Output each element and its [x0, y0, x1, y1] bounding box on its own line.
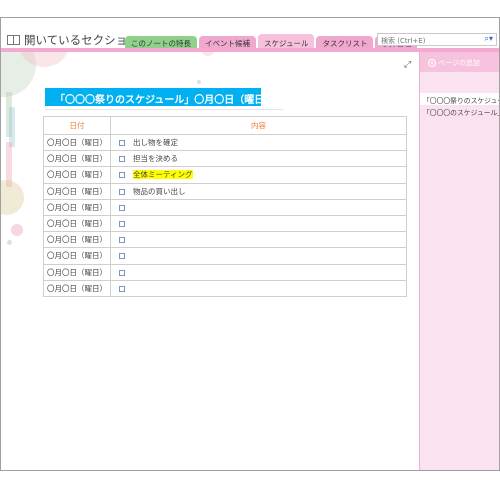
schedule-table[interactable]: 日付 内容 〇月〇日（曜日） 出し物を確定 〇月〇日（曜日） 担当を決める 〇月〇日（曜… [43, 116, 407, 297]
checkbox[interactable] [119, 140, 125, 147]
content-cell[interactable] [110, 279, 407, 297]
content-cell[interactable] [110, 247, 407, 265]
content-cell[interactable] [110, 198, 407, 216]
page-title[interactable]: 「〇〇〇祭りのスケジュール」〇月〇日（曜日） [45, 88, 274, 106]
header-date: 日付 [43, 116, 111, 135]
decor-bar [9, 107, 15, 147]
content-cell[interactable]: 物品の買い出し [110, 182, 407, 200]
add-page-label: ページの追加 [438, 59, 480, 67]
checkbox[interactable] [119, 204, 125, 211]
task-text: 全体ミーティング [133, 170, 193, 180]
search-input[interactable]: 検索 (Ctrl+E) ⌕▾ [377, 33, 497, 46]
date-cell[interactable]: 〇月〇日（曜日） [43, 247, 111, 265]
date-cell[interactable]: 〇月〇日（曜日） [43, 166, 111, 184]
onenote-window: 開いているセクション ▼ このノートの特長イベント候補スケジュールタスクリスト予… [0, 17, 500, 471]
tab-2[interactable]: スケジュール [258, 34, 315, 49]
header-content: 内容 [110, 116, 407, 135]
checkbox[interactable] [119, 188, 125, 195]
checkbox[interactable] [119, 221, 125, 228]
task-text: 物品の買い出し [133, 186, 186, 196]
table-row: 〇月〇日（曜日） 担当を決める [43, 150, 407, 168]
table-row: 〇月〇日（曜日） [43, 231, 407, 249]
table-row: 〇月〇日（曜日） [43, 279, 407, 297]
content-cell[interactable]: 全体ミーティング [110, 166, 407, 184]
search-icon[interactable]: ⌕▾ [485, 34, 494, 44]
checkbox[interactable] [119, 156, 125, 163]
checkbox[interactable] [119, 269, 125, 276]
task-text: 出し物を確定 [133, 138, 178, 148]
table-row: 〇月〇日（曜日） [43, 214, 407, 233]
top-bar: 開いているセクション ▼ このノートの特長イベント候補スケジュールタスクリスト予… [1, 18, 499, 49]
checkbox[interactable] [119, 172, 125, 179]
table-row: 〇月〇日（曜日） 物品の買い出し [43, 182, 407, 200]
plus-icon: + [428, 59, 436, 67]
notebook-icon [7, 35, 20, 45]
content-cell[interactable] [110, 231, 407, 249]
page-list-pane: + ページの追加 「〇〇〇祭りのスケジュー 「〇〇〇のスケジュール」 [419, 52, 499, 470]
expand-icon[interactable]: ⤢ [404, 60, 411, 70]
date-cell[interactable]: 〇月〇日（曜日） [43, 231, 111, 249]
page-item[interactable]: 「〇〇〇のスケジュール」 [420, 105, 499, 117]
decor-circle [201, 52, 215, 56]
date-cell[interactable]: 〇月〇日（曜日） [43, 263, 111, 281]
decor-dot [197, 80, 201, 84]
decor-circle [11, 224, 23, 236]
checkbox[interactable] [119, 253, 125, 260]
table-row: 〇月〇日（曜日） [43, 263, 407, 281]
content-cell[interactable]: 出し物を確定 [110, 133, 407, 152]
task-text: 担当を決める [133, 154, 178, 164]
page-item[interactable]: 「〇〇〇祭りのスケジュー [420, 93, 499, 105]
content-cell[interactable]: 担当を決める [110, 150, 407, 168]
date-cell[interactable]: 〇月〇日（曜日） [43, 214, 111, 233]
section-title: 開いているセクション [24, 33, 139, 47]
date-cell[interactable]: 〇月〇日（曜日） [43, 198, 111, 216]
search-placeholder: 検索 (Ctrl+E) [381, 37, 426, 45]
content-cell[interactable] [110, 214, 407, 233]
content-cell[interactable] [110, 263, 407, 281]
date-cell[interactable]: 〇月〇日（曜日） [43, 182, 111, 200]
add-page-button[interactable]: + ページの追加 [420, 52, 499, 72]
table-row: 〇月〇日（曜日） 出し物を確定 [43, 133, 407, 152]
checkbox[interactable] [119, 237, 125, 244]
date-cell[interactable]: 〇月〇日（曜日） [43, 150, 111, 168]
date-cell[interactable]: 〇月〇日（曜日） [43, 133, 111, 152]
table-row: 〇月〇日（曜日） 全体ミーティング [43, 166, 407, 184]
checkbox[interactable] [119, 285, 125, 292]
page-canvas[interactable]: ⤢ 「〇〇〇祭りのスケジュール」〇月〇日（曜日） 日付 内容 〇月〇日（曜日） 出… [1, 52, 419, 470]
table-row: 〇月〇日（曜日） [43, 198, 407, 216]
decor-circle [1, 180, 24, 215]
date-cell[interactable]: 〇月〇日（曜日） [43, 279, 111, 297]
table-row: 〇月〇日（曜日） [43, 247, 407, 265]
decor-circle [7, 240, 12, 245]
title-underline [45, 109, 283, 110]
